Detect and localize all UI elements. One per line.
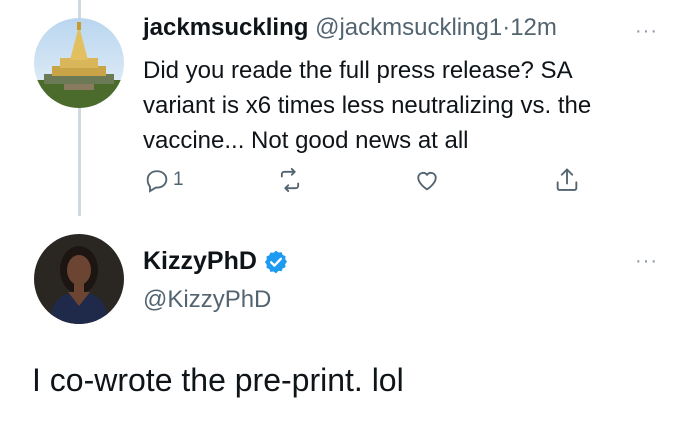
verified-badge-icon <box>264 250 287 273</box>
tweet1-text-line: Did you reade the full press release? SA <box>143 57 573 84</box>
tweet1-text-line: variant is x6 times less neutralizing vs… <box>143 92 592 119</box>
tweet1-text-line: vaccine... Not good news at all <box>143 127 469 154</box>
tweet1-time[interactable]: 12m <box>510 14 557 41</box>
tweet2-handle[interactable]: @KizzyPhD <box>143 286 271 314</box>
retweet-button[interactable] <box>276 166 304 194</box>
avatar-kizzyphd[interactable] <box>34 234 124 324</box>
tweet2-header: KizzyPhD <box>143 247 289 276</box>
share-button[interactable] <box>553 166 581 194</box>
tweet2-text: I co-wrote the pre-print. lol <box>32 362 404 398</box>
share-icon <box>556 168 578 191</box>
tweet2-display-name[interactable]: KizzyPhD <box>143 247 257 276</box>
tweet1-header: jackmsuckling @jackmsuckling1·12m <box>143 14 557 42</box>
retweet-icon <box>280 167 300 193</box>
like-icon <box>417 171 437 191</box>
tweet1-separator: · <box>502 14 511 41</box>
tweet1-display-name[interactable]: jackmsuckling <box>143 14 308 41</box>
tweet1-more-icon[interactable]: ··· <box>635 20 658 43</box>
tweet1-handle[interactable]: @jackmsuckling1 <box>315 14 502 41</box>
reply-icon <box>146 170 168 193</box>
reply-button[interactable]: 1 <box>143 166 184 194</box>
reply-count: 1 <box>173 169 184 190</box>
tweet1-text: Did you reade the full press release? SA… <box>143 53 663 158</box>
tweet2-more-icon[interactable]: ··· <box>635 250 658 273</box>
like-button[interactable] <box>413 166 441 194</box>
avatar-jackmsuckling[interactable] <box>34 18 124 108</box>
